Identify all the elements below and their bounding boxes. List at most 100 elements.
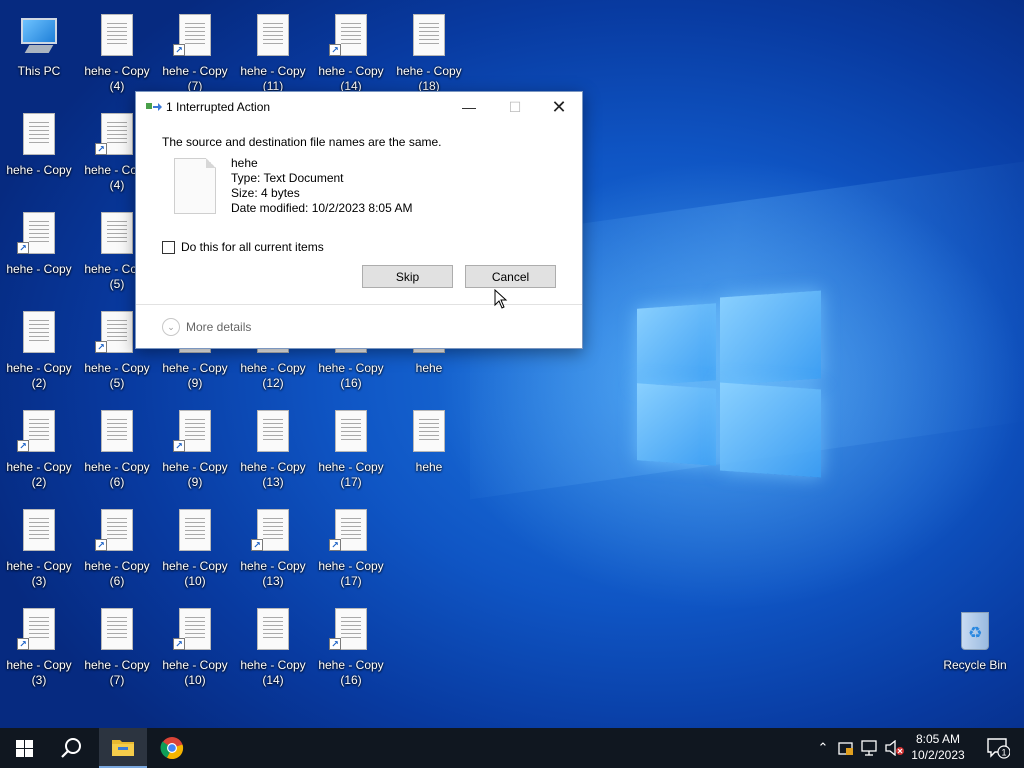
text-document-icon: [174, 158, 216, 214]
text-document-icon: [249, 606, 297, 654]
start-button[interactable]: [0, 728, 48, 768]
clock-time: 8:05 AM: [915, 732, 961, 746]
text-document-icon: [405, 408, 453, 456]
chrome-icon: [160, 737, 184, 760]
text-document-icon: [249, 12, 297, 60]
computer-icon: [15, 12, 63, 60]
desktop-icon-file[interactable]: hehe - Copy (2): [1, 305, 77, 401]
desktop-icon-file[interactable]: ↗ hehe - Copy (14): [313, 8, 389, 104]
text-document-icon: [93, 606, 141, 654]
cancel-button[interactable]: Cancel: [465, 265, 556, 288]
shortcut-arrow-icon: ↗: [173, 638, 185, 650]
desktop-icon-file[interactable]: hehe - Copy (4): [79, 8, 155, 104]
desktop-icon-file[interactable]: ↗ hehe - Copy (9): [157, 404, 233, 500]
more-details-toggle[interactable]: ⌄ More details: [162, 318, 251, 336]
chevron-down-icon: ⌄: [162, 318, 180, 336]
text-document-icon: ↗: [327, 12, 375, 60]
desktop-icon-file[interactable]: hehe - Copy (10): [157, 503, 233, 599]
desktop-icon-file[interactable]: hehe - Copy (7): [79, 602, 155, 698]
icon-label: hehe - Copy (13): [240, 559, 306, 588]
taskbar-clock[interactable]: 8:05 AM 10/2/2023: [902, 731, 974, 763]
desktop-icon-file[interactable]: ↗ hehe - Copy (16): [313, 602, 389, 698]
icon-label: hehe - Copy (10): [162, 658, 228, 687]
icon-label: hehe - Copy (7): [84, 658, 150, 687]
tray-security[interactable]: [836, 728, 856, 768]
show-hidden-icons-button[interactable]: ⌃: [814, 728, 832, 768]
desktop-icon-file[interactable]: ↗ hehe - Copy: [1, 206, 77, 302]
icon-label: hehe - Copy (3): [6, 559, 72, 588]
apply-all-checkbox-label: Do this for all current items: [181, 240, 324, 254]
text-document-icon: [93, 12, 141, 60]
desktop-icon-file[interactable]: ↗ hehe - Copy (13): [235, 503, 311, 599]
desktop-icon-file[interactable]: ↗ hehe - Copy (3): [1, 602, 77, 698]
desktop-icon-file[interactable]: ↗ hehe - Copy (7): [157, 8, 233, 104]
text-document-icon: [15, 111, 63, 159]
taskbar-chrome[interactable]: [148, 728, 196, 768]
desktop-icon-file[interactable]: ↗ hehe - Copy (17): [313, 503, 389, 599]
taskbar-search-button[interactable]: [48, 728, 96, 768]
desktop-icon-file[interactable]: ↗ hehe - Copy (6): [79, 503, 155, 599]
desktop-icon-file[interactable]: hehe - Copy (6): [79, 404, 155, 500]
icon-label: hehe - Copy (16): [318, 361, 384, 390]
minimize-button[interactable]: —: [446, 92, 492, 122]
desktop-icon-recycle-bin[interactable]: Recycle Bin: [937, 602, 1013, 698]
icon-label: hehe - Copy (18): [396, 64, 462, 93]
icon-label: hehe - Copy (12): [240, 361, 306, 390]
icon-label: hehe - Copy: [6, 262, 72, 276]
icon-label: hehe - Copy (11): [240, 64, 306, 93]
text-document-icon: [171, 507, 219, 555]
close-button[interactable]: ✕: [536, 92, 582, 122]
desktop-icon-file[interactable]: hehe - Copy (3): [1, 503, 77, 599]
more-details-label: More details: [186, 320, 252, 334]
file-move-icon: [146, 103, 162, 111]
shortcut-arrow-icon: ↗: [95, 341, 107, 353]
icon-label: hehe: [415, 361, 443, 375]
icon-label: hehe - Copy (7): [162, 64, 228, 93]
text-document-icon: ↗: [327, 507, 375, 555]
dialog-titlebar[interactable]: 1 Interrupted Action — ☐ ✕: [136, 92, 582, 122]
icon-label: hehe - Copy (17): [318, 559, 384, 588]
shortcut-arrow-icon: ↗: [17, 242, 29, 254]
maximize-button: ☐: [492, 92, 538, 122]
icon-label: hehe - Copy (14): [318, 64, 384, 93]
text-document-icon: [15, 507, 63, 555]
shortcut-arrow-icon: ↗: [173, 44, 185, 56]
icon-label: hehe - Copy (9): [162, 361, 228, 390]
file-name: hehe: [231, 156, 258, 170]
shortcut-arrow-icon: ↗: [95, 539, 107, 551]
desktop-icon-file[interactable]: hehe - Copy (11): [235, 8, 311, 104]
tray-network[interactable]: [860, 728, 880, 768]
desktop-icon-file[interactable]: ↗ hehe - Copy (10): [157, 602, 233, 698]
text-document-icon: ↗: [171, 408, 219, 456]
shortcut-arrow-icon: ↗: [173, 440, 185, 452]
desktop-icon-file[interactable]: hehe: [391, 404, 467, 500]
icon-label: hehe - Copy (10): [162, 559, 228, 588]
skip-button[interactable]: Skip: [362, 265, 453, 288]
desktop-icon-file[interactable]: hehe - Copy (14): [235, 602, 311, 698]
apply-all-checkbox[interactable]: [162, 240, 175, 254]
text-document-icon: ↗: [93, 507, 141, 555]
shortcut-arrow-icon: ↗: [329, 44, 341, 56]
desktop-icon-file[interactable]: ↗ hehe - Copy (2): [1, 404, 77, 500]
desktop-icon-file[interactable]: hehe - Copy: [1, 107, 77, 203]
icon-label: hehe - Copy (2): [6, 460, 72, 489]
text-document-icon: ↗: [171, 12, 219, 60]
text-document-icon: ↗: [93, 111, 141, 159]
dialog-divider: [136, 304, 582, 305]
desktop-icon-this-pc[interactable]: This PC: [1, 8, 77, 104]
taskbar-file-explorer[interactable]: [99, 728, 147, 768]
desktop-icon-file[interactable]: hehe - Copy (17): [313, 404, 389, 500]
file-info: hehe Type: Text Document Size: 4 bytes D…: [231, 156, 412, 216]
minimize-icon: —: [462, 99, 476, 115]
desktop-icon-file[interactable]: hehe - Copy (13): [235, 404, 311, 500]
notification-icon: 1: [987, 738, 1010, 759]
action-center-button[interactable]: 1: [980, 728, 1016, 768]
desktop-icon-file[interactable]: hehe - Copy (18): [391, 8, 467, 104]
taskbar: ⌃ 8:05 AM 10/2/2023 1: [0, 728, 1024, 768]
text-document-icon: ↗: [15, 210, 63, 258]
apply-all-checkbox-row[interactable]: Do this for all current items: [162, 240, 324, 254]
icon-label: hehe - Copy (16): [318, 658, 384, 687]
icon-label: hehe - Copy (2): [6, 361, 72, 390]
text-document-icon: ↗: [15, 408, 63, 456]
chevron-up-icon: ⌃: [817, 740, 829, 755]
